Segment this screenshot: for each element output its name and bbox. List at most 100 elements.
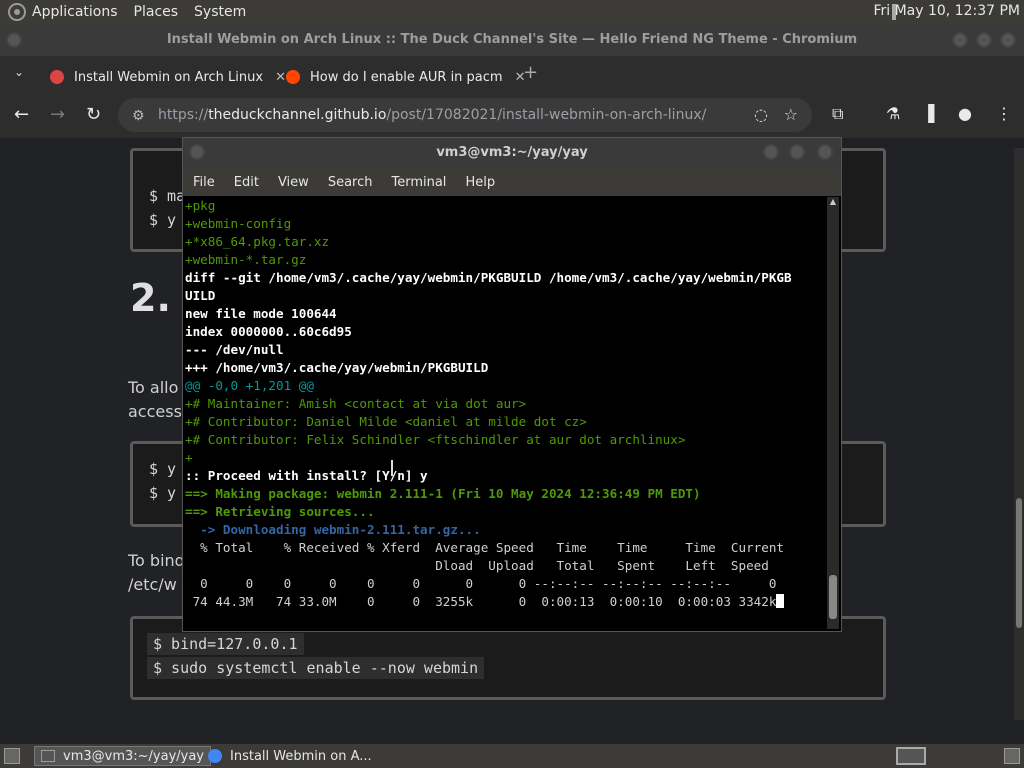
browser-window-title: Install Webmin on Arch Linux :: The Duck… <box>166 32 858 47</box>
distro-logo-icon[interactable] <box>8 3 26 21</box>
menu-edit[interactable]: Edit <box>234 175 259 190</box>
address-bar[interactable]: ⚙ https://theduckchannel.github.io/post/… <box>118 98 812 132</box>
back-arrow-icon[interactable]: ← <box>14 104 29 125</box>
terminal-line: % Total % Received % Xferd Average Speed… <box>185 540 784 555</box>
terminal-cursor <box>776 594 785 608</box>
terminal-line: +# Contributor: Felix Schindler <ftschin… <box>185 432 686 447</box>
terminal-output[interactable]: +pkg +webmin-config +*x86_64.pkg.tar.xz +we… <box>185 197 827 629</box>
page-scrollbar[interactable] <box>1014 148 1024 720</box>
window-menu-button[interactable] <box>189 144 205 160</box>
terminal-line: :: Proceed with install? [Y/n] y <box>185 468 428 483</box>
terminal-line: UILD <box>185 288 216 303</box>
bottom-taskbar: vm3@vm3:~/yay/yay Install Webmin on A... <box>0 744 1024 768</box>
paragraph-line: To bind <box>128 551 185 570</box>
terminal-line: --- /dev/null <box>185 342 284 357</box>
terminal-menubar: File Edit View Search Terminal Help <box>183 168 841 196</box>
terminal-line: +++ /home/vm3/.cache/yay/webmin/PKGBUILD <box>185 360 489 375</box>
scrollbar-thumb[interactable] <box>829 575 837 619</box>
menu-kebab-icon[interactable]: ⋮ <box>996 104 1012 123</box>
code-line: $ sudo systemctl enable --now webmin <box>147 657 485 679</box>
terminal-line: ==> Retrieving sources... <box>185 504 375 519</box>
profile-avatar-icon[interactable]: ● <box>958 104 972 123</box>
menu-system[interactable]: System <box>194 4 246 20</box>
duck-favicon-icon <box>50 70 64 84</box>
workspace-switcher-icon[interactable] <box>896 747 926 765</box>
terminal-line: -> Downloading webmin-2.111.tar.gz... <box>185 522 481 537</box>
labs-flask-icon[interactable]: ⚗ <box>886 104 900 123</box>
site-info-icon[interactable]: ⚙ <box>132 99 145 133</box>
extensions-icon[interactable]: ⧉ <box>832 104 843 124</box>
scroll-up-icon[interactable]: ▲ <box>827 197 839 209</box>
tab-close-icon[interactable]: ✕ <box>275 70 286 85</box>
terminal-window: vm3@vm3:~/yay/yay File Edit View Search … <box>182 137 842 632</box>
taskbar-label: Install Webmin on A... <box>230 748 372 764</box>
browser-titlebar[interactable]: Install Webmin on Arch Linux :: The Duck… <box>0 24 1024 56</box>
minimize-button[interactable] <box>763 144 779 160</box>
bookmark-star-icon[interactable]: ☆ <box>784 98 798 132</box>
terminal-line: 0 0 0 0 0 0 0 0 --:--:-- --:--:-- --:--:… <box>185 576 777 591</box>
show-desktop-icon[interactable] <box>4 748 20 764</box>
terminal-icon <box>41 750 55 762</box>
taskbar-label: vm3@vm3:~/yay/yay <box>63 748 204 764</box>
terminal-line: +webmin-*.tar.gz <box>185 252 307 267</box>
tab-webmin[interactable]: Install Webmin on Arch Linux ✕ <box>50 62 286 92</box>
window-menu-button[interactable] <box>6 32 22 48</box>
paragraph-line: access <box>128 402 182 421</box>
terminal-line: Dload Upload Total Spent Left Speed <box>185 558 769 573</box>
terminal-line: +# Maintainer: Amish <contact at via dot… <box>185 396 527 411</box>
taskbar-item-chromium[interactable]: Install Webmin on A... <box>202 746 378 766</box>
code-line: $ ma <box>149 187 186 205</box>
minimize-button[interactable] <box>952 32 968 48</box>
menu-places[interactable]: Places <box>134 4 179 20</box>
terminal-line: index 0000000..60c6d95 <box>185 324 352 339</box>
terminal-line: @@ -0,0 +1,201 @@ <box>185 378 314 393</box>
tab-reddit[interactable]: How do I enable AUR in pacm ✕ <box>286 62 526 92</box>
scrollbar-thumb[interactable] <box>1016 498 1022 628</box>
tab-label: How do I enable AUR in pacm <box>310 69 503 85</box>
menu-view[interactable]: View <box>278 175 309 190</box>
browser-toolbar: ← → ↻ ⚙ https://theduckchannel.github.io… <box>0 92 1024 138</box>
reload-icon[interactable]: ↻ <box>86 104 101 125</box>
tab-label: Install Webmin on Arch Linux <box>74 69 264 85</box>
top-panel: Applications Places System Fri May 10, 1… <box>0 0 1024 24</box>
url-path: /post/17082021/install-webmin-on-arch-li… <box>386 107 707 123</box>
close-button[interactable] <box>1000 32 1016 48</box>
paragraph-line: /etc/w <box>128 575 177 594</box>
maximize-button[interactable] <box>789 144 805 160</box>
menu-file[interactable]: File <box>193 175 215 190</box>
forward-arrow-icon[interactable]: → <box>50 104 65 125</box>
paragraph-line: To allo <box>128 378 179 397</box>
new-tab-icon[interactable]: + <box>523 62 538 83</box>
terminal-line: +# Contributor: Daniel Milde <daniel at … <box>185 414 587 429</box>
reddit-favicon-icon <box>286 70 300 84</box>
tab-strip: ⌄ Install Webmin on Arch Linux ✕ How do … <box>0 56 1024 92</box>
maximize-button[interactable] <box>976 32 992 48</box>
terminal-titlebar[interactable]: vm3@vm3:~/yay/yay <box>183 138 841 168</box>
terminal-line: diff --git /home/vm3/.cache/yay/webmin/P… <box>185 270 792 285</box>
panel-clock[interactable]: Fri May 10, 12:37 PM <box>873 3 1020 19</box>
close-button[interactable] <box>817 144 833 160</box>
side-panel-icon[interactable]: ▐ <box>922 104 934 123</box>
menu-help[interactable]: Help <box>465 175 495 190</box>
terminal-line: +webmin-config <box>185 216 292 231</box>
code-line: $ y <box>149 460 177 478</box>
tab-search-icon[interactable]: ⌄ <box>14 65 24 79</box>
menu-applications[interactable]: Applications <box>32 4 118 20</box>
mouse-ibeam-cursor-icon <box>391 460 397 476</box>
menu-search[interactable]: Search <box>328 175 373 190</box>
code-line: $ bind=127.0.0.1 <box>147 633 304 655</box>
code-line: $ y <box>149 211 177 229</box>
section-heading: 2. <box>130 276 171 320</box>
terminal-line: 74 44.3M 74 33.0M 0 0 3255k 0 0:00:13 0:… <box>185 593 827 611</box>
trash-icon[interactable] <box>1004 748 1020 764</box>
terminal-line: new file mode 100644 <box>185 306 337 321</box>
code-line: $ y <box>149 484 177 502</box>
taskbar-item-terminal[interactable]: vm3@vm3:~/yay/yay <box>34 746 211 766</box>
terminal-scrollbar[interactable]: ▲ <box>827 197 839 629</box>
eye-off-icon[interactable]: ◌ <box>754 98 768 132</box>
terminal-line: +*x86_64.pkg.tar.xz <box>185 234 330 249</box>
menu-terminal[interactable]: Terminal <box>391 175 446 190</box>
terminal-line: ==> Making package: webmin 2.111-1 (Fri … <box>185 486 701 501</box>
terminal-line: +pkg <box>185 198 216 213</box>
url-host: theduckchannel.github.io <box>208 107 387 123</box>
